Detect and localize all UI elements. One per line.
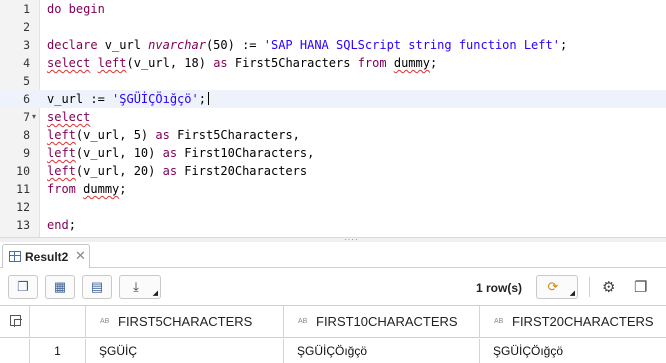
code-line[interactable]: 1 do begin (0, 0, 666, 18)
table-view-icon: ▦ (53, 279, 67, 294)
row-select-cell[interactable] (0, 339, 30, 363)
row-number-header (30, 306, 86, 338)
table-row[interactable]: 1 ŞGÜİÇ ŞGÜİÇÖığçö ŞGÜİÇÖığçö (0, 339, 666, 363)
column-header-label: FIRST10CHARACTERS (316, 314, 458, 329)
line-number: 9 (23, 146, 30, 160)
copy-icon: ❐ (17, 279, 29, 294)
code-line[interactable]: 10 left(v_url, 20) as First20Characters (0, 162, 666, 180)
line-number: 5 (23, 74, 30, 88)
line-number: 7 (23, 110, 30, 124)
code-text[interactable]: v_url := 'ŞGÜİÇÖığçö'; (47, 90, 209, 108)
settings-icon[interactable]: ⚙ (602, 278, 615, 296)
string-type-icon: AB (100, 318, 110, 325)
code-line[interactable]: 11 from dummy; (0, 180, 666, 198)
chart-view-icon: ▤ (90, 279, 104, 294)
code-line[interactable]: 12 (0, 198, 666, 216)
line-number: 6 (23, 92, 30, 106)
code-line[interactable]: 7 ▾ select (0, 108, 666, 126)
string-type-icon: AB (298, 318, 308, 325)
line-number: 13 (16, 218, 30, 232)
code-text[interactable]: select left(v_url, 18) as First5Characte… (47, 54, 437, 72)
column-header-label: FIRST20CHARACTERS (512, 314, 654, 329)
row-number: 1 (30, 339, 86, 363)
cell-first10[interactable]: ŞGÜİÇÖığçö (284, 339, 480, 363)
line-number: 4 (23, 56, 30, 70)
column-header-label: FIRST5CHARACTERS (118, 314, 253, 329)
line-number: 10 (16, 164, 30, 178)
code-line[interactable]: 4 select left(v_url, 18) as First5Charact… (0, 54, 666, 72)
row-count: 1 row(s) (476, 281, 523, 295)
line-number: 12 (16, 200, 30, 214)
result-tab-bar: Result2 ✕ (0, 242, 666, 268)
column-header-first20[interactable]: AB FIRST20CHARACTERS (480, 306, 666, 338)
code-text[interactable]: end; (47, 216, 76, 234)
result-table-icon (9, 251, 21, 262)
toolbar-separator (589, 277, 590, 297)
code-text[interactable]: declare v_url nvarchar(50) := 'SAP HANA … (47, 36, 567, 54)
line-number: 1 (23, 2, 30, 16)
close-tab-button[interactable]: ✕ (75, 248, 86, 264)
column-header-first10[interactable]: AB FIRST10CHARACTERS (284, 306, 480, 338)
result-toolbar: ❐ ▦ ▤ ⤓ ◢ 1 row(s) ⟳ ◢ ⚙ ❐ (0, 268, 666, 305)
column-header-first5[interactable]: AB FIRST5CHARACTERS (86, 306, 284, 338)
code-line[interactable]: 2 (0, 18, 666, 36)
grid-header-row: AB FIRST5CHARACTERS AB FIRST10CHARACTERS… (0, 306, 666, 338)
export-button[interactable]: ⤓ ◢ (119, 275, 161, 299)
cell-first5[interactable]: ŞGÜİÇ (86, 339, 284, 363)
line-number: 2 (23, 20, 30, 34)
code-text[interactable]: left(v_url, 5) as First5Characters, (47, 126, 300, 144)
export-dropdown-arrow-icon[interactable]: ◢ (153, 289, 158, 297)
copy-button[interactable]: ❐ (8, 275, 38, 299)
tab-result2[interactable]: Result2 ✕ (2, 244, 90, 268)
code-line[interactable]: 9 left(v_url, 10) as First10Characters, (0, 144, 666, 162)
sql-editor[interactable]: 1 do begin 2 3 declare v_url nvarchar(50) :=… (0, 0, 666, 237)
code-line[interactable]: 13 end; (0, 216, 666, 234)
code-line[interactable]: 5 (0, 72, 666, 90)
code-line[interactable]: 3 declare v_url nvarchar(50) := 'SAP HANA… (0, 36, 666, 54)
line-number: 8 (23, 128, 30, 142)
tab-label: Result2 (25, 250, 69, 264)
table-view-button[interactable]: ▦ (45, 275, 75, 299)
code-line[interactable]: 8 left(v_url, 5) as First5Characters, (0, 126, 666, 144)
string-type-icon: AB (494, 318, 504, 325)
code-line[interactable]: 6 v_url := 'ŞGÜİÇÖığçö'; (0, 90, 666, 108)
cell-first20[interactable]: ŞGÜİÇÖığçö (480, 339, 666, 363)
line-number: 3 (23, 38, 30, 52)
refresh-dropdown-arrow-icon[interactable]: ◢ (570, 289, 575, 297)
code-text[interactable]: select (47, 108, 90, 126)
refresh-button[interactable]: ⟳ ◢ (536, 275, 578, 299)
result-grid: AB FIRST5CHARACTERS AB FIRST10CHARACTERS… (0, 305, 666, 363)
code-text[interactable]: do begin (47, 0, 105, 18)
code-text[interactable]: left(v_url, 20) as First20Characters (47, 162, 307, 180)
line-number: 11 (16, 182, 30, 196)
maximize-icon[interactable]: ❐ (634, 278, 647, 296)
code-text[interactable]: from dummy; (47, 180, 127, 198)
code-text[interactable]: left(v_url, 10) as First10Characters, (47, 144, 314, 162)
chart-view-button[interactable]: ▤ (82, 275, 112, 299)
fold-toggle-icon[interactable]: ▾ (32, 108, 36, 126)
select-all-icon (10, 315, 22, 327)
grid-corner-cell[interactable] (0, 306, 30, 338)
